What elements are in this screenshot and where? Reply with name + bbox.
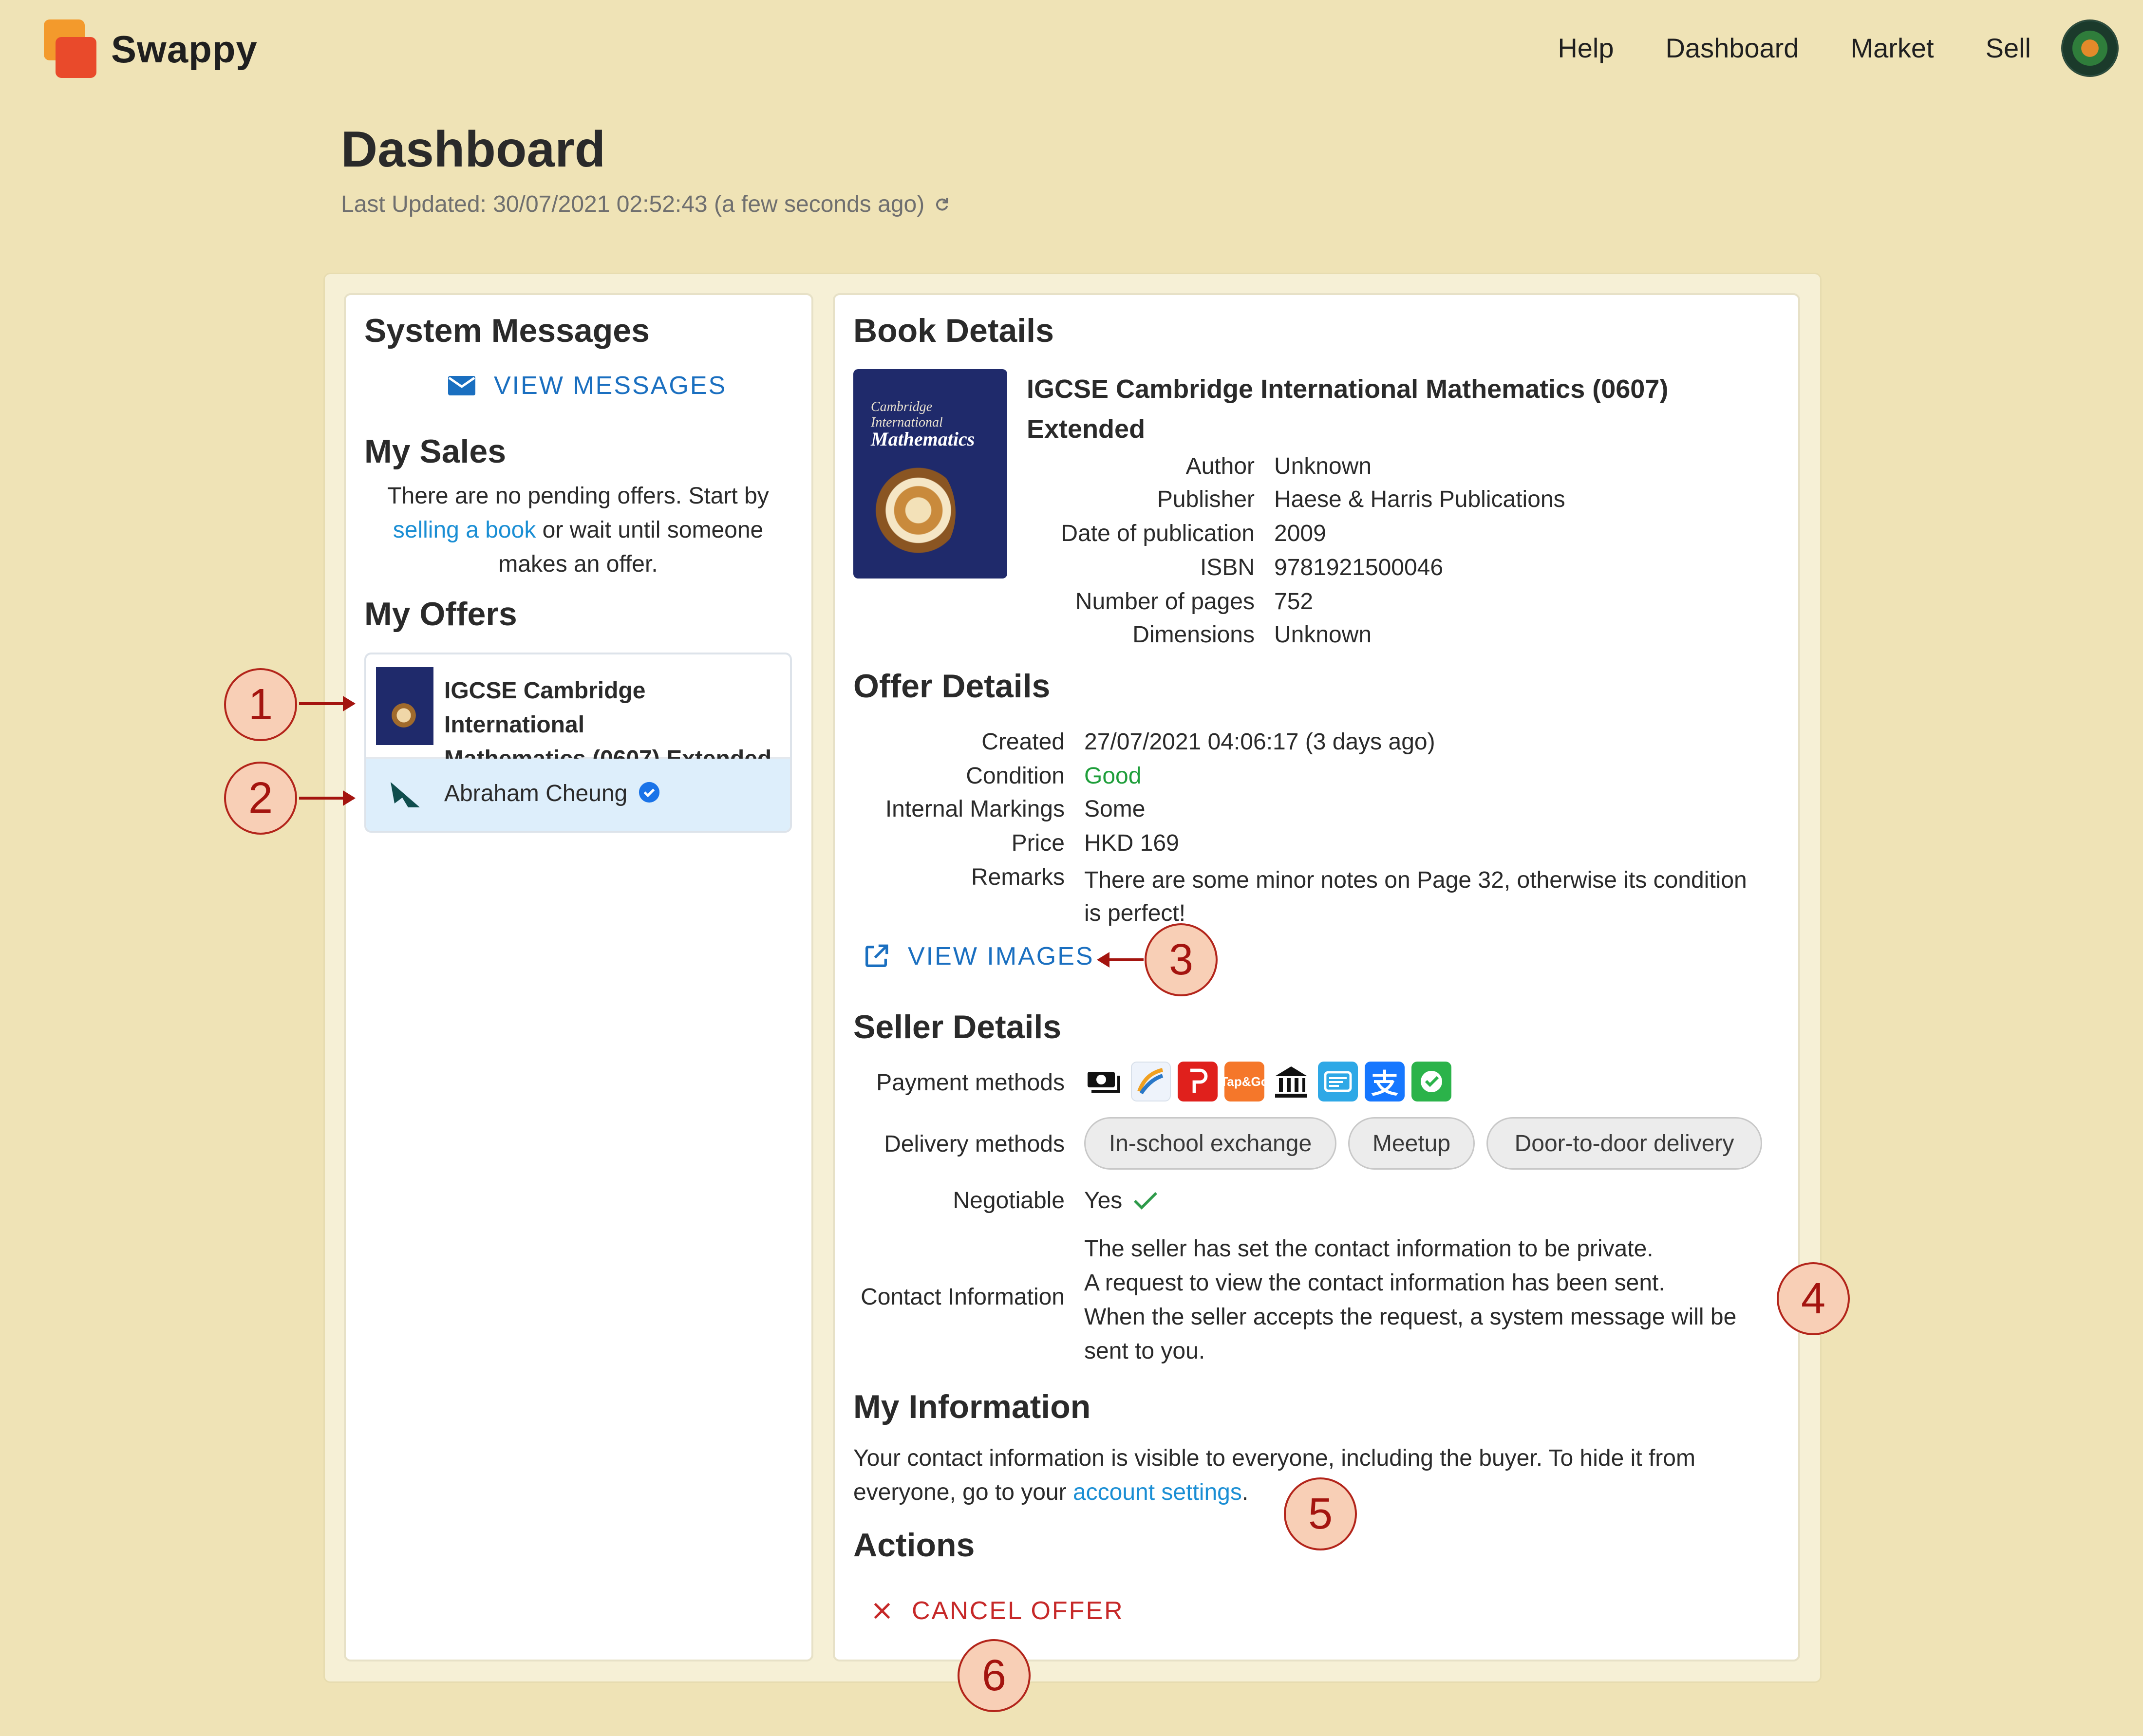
annotation-1: 1 <box>224 668 297 741</box>
negotiable-value: Yes <box>1084 1187 1159 1214</box>
author-label: Author <box>1185 453 1255 479</box>
check-icon <box>1134 1192 1158 1210</box>
my-sales-text-3: makes an offer. <box>498 551 658 577</box>
annotation-5: 5 <box>1284 1477 1357 1550</box>
nav-help[interactable]: Help <box>1558 32 1614 64</box>
pages-label: Number of pages <box>1075 589 1255 615</box>
annotation-2: 2 <box>224 762 297 835</box>
close-icon <box>874 1603 890 1619</box>
my-sales-text-2: or wait until someone <box>542 517 764 543</box>
condition-value: Good <box>1084 763 1142 789</box>
my-sales-heading: My Sales <box>364 433 507 470</box>
cover-title: Mathematics <box>871 428 975 450</box>
price-label: Price <box>1011 830 1065 856</box>
last-updated: Last Updated: 30/07/2021 02:52:43 (a few… <box>341 191 951 218</box>
envelope-icon <box>448 376 475 395</box>
annotation-6: 6 <box>958 1639 1031 1712</box>
view-images-label: VIEW IMAGES <box>908 942 1094 971</box>
cover-text: Cambridge International <box>871 399 943 430</box>
page-title: Dashboard <box>341 121 606 178</box>
verified-badge-icon <box>639 782 660 803</box>
cover-fractal-image <box>873 457 956 564</box>
date-label: Date of publication <box>1061 521 1255 546</box>
contact-information-value: The seller has set the contact informati… <box>1084 1236 1737 1364</box>
offer-book-row[interactable]: IGCSE Cambridge InternationalMathematics… <box>366 654 790 772</box>
cancel-offer-label: CANCEL OFFER <box>912 1597 1124 1625</box>
delivery-chip-in-school: In-school exchange <box>1084 1117 1336 1170</box>
remarks-value: There are some minor notes on Page 32, o… <box>1084 867 1747 926</box>
seller-name: Abraham Cheung <box>444 781 628 806</box>
isbn-label: ISBN <box>1200 555 1255 580</box>
publisher-label: Publisher <box>1157 486 1255 512</box>
fps-icon <box>1318 1062 1358 1101</box>
remarks-label: Remarks <box>971 864 1065 890</box>
publisher-value: Haese & Harris Publications <box>1274 486 1565 512</box>
seller-details-heading: Seller Details <box>853 1008 1062 1045</box>
refresh-icon[interactable] <box>933 196 951 213</box>
logo-icon <box>44 19 98 79</box>
annotation-1-arrow <box>299 696 356 711</box>
app-name: Swappy <box>111 27 258 71</box>
nav-dashboard[interactable]: Dashboard <box>1665 32 1799 64</box>
my-offers-heading: My Offers <box>364 596 517 633</box>
negotiable-label: Negotiable <box>953 1188 1065 1213</box>
view-messages-label: VIEW MESSAGES <box>494 372 727 400</box>
contact-information-label: Contact Information <box>861 1284 1065 1310</box>
external-link-icon <box>865 944 888 967</box>
annotation-2-arrow <box>299 790 356 806</box>
last-updated-text: Last Updated: 30/07/2021 02:52:43 (a few… <box>341 191 925 217</box>
actions-heading: Actions <box>853 1527 975 1564</box>
book-title: IGCSE Cambridge International Mathematic… <box>1027 374 1669 444</box>
isbn-value: 9781921500046 <box>1274 555 1444 580</box>
offer-book-thumbnail <box>376 667 433 745</box>
system-messages-heading: System Messages <box>364 312 650 349</box>
my-information-text: Your contact information is visible to e… <box>853 1445 1695 1505</box>
delivery-methods-label: Delivery methods <box>884 1131 1065 1157</box>
my-sales-text: There are no pending offers. Start by <box>387 483 769 509</box>
delivery-chip-meetup: Meetup <box>1348 1117 1475 1170</box>
date-value: 2009 <box>1274 521 1326 546</box>
book-cover[interactable]: Cambridge International Mathematics <box>853 369 1007 579</box>
annotation-4: 4 <box>1777 1262 1850 1335</box>
payme-icon <box>1178 1062 1218 1101</box>
annotation-3: 3 <box>1145 923 1218 996</box>
seller-logo-icon <box>391 782 420 807</box>
cancel-offer-button[interactable]: CANCEL OFFER <box>870 1596 1124 1625</box>
tap-and-go-icon: Tap&Go <box>1220 1062 1269 1101</box>
octopus-icon <box>1131 1062 1171 1101</box>
book-details-heading: Book Details <box>853 312 1054 349</box>
account-settings-link[interactable]: account settings <box>1073 1479 1242 1505</box>
bank-transfer-icon <box>1271 1062 1311 1101</box>
offer-card[interactable]: IGCSE Cambridge InternationalMathematics… <box>364 653 792 833</box>
markings-label: Internal Markings <box>885 796 1065 822</box>
offer-seller-row[interactable]: Abraham Cheung <box>366 759 790 831</box>
view-messages-button[interactable]: VIEW MESSAGES <box>447 371 727 400</box>
offer-details-heading: Offer Details <box>853 668 1051 705</box>
view-images-button[interactable]: VIEW IMAGES <box>862 942 1094 971</box>
selling-a-book-link[interactable]: selling a book <box>393 517 536 543</box>
nav-market[interactable]: Market <box>1850 32 1934 64</box>
my-information-heading: My Information <box>853 1388 1091 1425</box>
author-value: Unknown <box>1274 453 1372 479</box>
top-navigation: Help Dashboard Market Sell <box>1558 32 2031 64</box>
markings-value: Some <box>1084 796 1146 822</box>
condition-label: Condition <box>966 763 1065 789</box>
created-value: 27/07/2021 04:06:17 (3 days ago) <box>1084 729 1435 755</box>
swappy-logo[interactable]: Swappy <box>44 19 258 79</box>
nav-sell[interactable]: Sell <box>1986 32 2031 64</box>
annotation-3-arrow <box>1097 952 1144 968</box>
user-avatar[interactable] <box>2061 19 2119 77</box>
price-value: HKD 169 <box>1084 830 1179 856</box>
wechat-pay-icon <box>1411 1062 1451 1101</box>
created-label: Created <box>981 729 1065 755</box>
pages-value: 752 <box>1274 589 1314 615</box>
cash-icon <box>1084 1062 1124 1101</box>
delivery-chip-door-to-door: Door-to-door delivery <box>1486 1117 1762 1170</box>
payment-methods-label: Payment methods <box>876 1070 1065 1096</box>
dimensions-label: Dimensions <box>1132 622 1255 648</box>
my-sales-message: There are no pending offers. Start by se… <box>364 479 792 581</box>
dimensions-value: Unknown <box>1274 622 1372 648</box>
alipay-icon: 支 <box>1365 1062 1405 1101</box>
